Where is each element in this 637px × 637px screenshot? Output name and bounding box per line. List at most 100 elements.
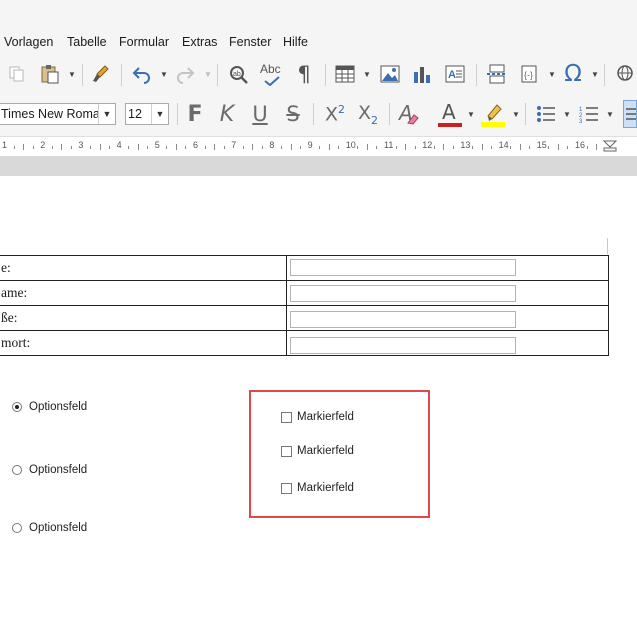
- hyperlink-icon: [616, 65, 633, 81]
- align-left-icon: [626, 108, 636, 120]
- ruler-tick: [338, 146, 340, 149]
- row-label: e:: [1, 260, 11, 275]
- undo-button[interactable]: [129, 63, 155, 85]
- special-character-dropdown-icon[interactable]: ▼: [591, 70, 599, 79]
- ruler-tick: [89, 146, 91, 149]
- paste-dropdown-icon[interactable]: ▼: [68, 70, 76, 79]
- font-name-value: Times New Roman: [1, 107, 107, 121]
- document-page[interactable]: e: ame: ße: mort: Optionsfeld Optionsfel…: [0, 176, 637, 637]
- table-dropdown-icon[interactable]: ▼: [363, 70, 371, 79]
- ruler-label: 6: [193, 140, 199, 150]
- menu-formular[interactable]: Formular: [119, 35, 169, 49]
- font-color-dropdown-icon[interactable]: ▼: [467, 110, 475, 119]
- numbered-list-button[interactable]: 1 2 3: [576, 102, 602, 126]
- font-name-box[interactable]: Times New Roman ▼: [0, 103, 116, 125]
- insert-chart-button[interactable]: [409, 63, 435, 85]
- insert-hyperlink-button[interactable]: [612, 63, 637, 85]
- clone-formatting-button[interactable]: [89, 63, 113, 85]
- svg-text:ab: ab: [233, 71, 241, 78]
- insert-field-button[interactable]: {-}: [517, 63, 543, 85]
- align-left-button[interactable]: [623, 100, 637, 128]
- ruler-tick: [328, 144, 330, 150]
- ruler-tick: [23, 144, 25, 150]
- find-replace-icon: ab: [230, 66, 248, 84]
- ruler-tick: [109, 146, 111, 149]
- ruler-tick: [443, 144, 445, 150]
- option-field-radio[interactable]: [12, 465, 22, 475]
- text-field[interactable]: [290, 311, 516, 328]
- radio-selected-dot: [15, 405, 19, 409]
- ruler-label: 15: [536, 140, 547, 150]
- ruler-tick: [61, 144, 63, 150]
- text-field[interactable]: [290, 337, 516, 354]
- toolbar-separator: [476, 64, 477, 86]
- text-field[interactable]: [290, 259, 516, 276]
- copy-button[interactable]: [6, 63, 28, 85]
- redo-dropdown-icon[interactable]: ▼: [204, 70, 212, 79]
- spelling-text: Abc: [260, 62, 281, 76]
- horizontal-ruler[interactable]: 1 2 3 4 5 6 7 8 9 10 11 12 13 14 15 16: [0, 136, 637, 158]
- ruler-tick: [223, 146, 225, 149]
- table-cell-label: mort:: [0, 330, 287, 356]
- field-dropdown-icon[interactable]: ▼: [548, 70, 556, 79]
- menu-extras[interactable]: Extras: [182, 35, 217, 49]
- insert-image-button[interactable]: [377, 63, 403, 85]
- font-name-dropdown-icon[interactable]: ▼: [98, 104, 115, 124]
- numbered-list-dropdown-icon[interactable]: ▼: [606, 110, 614, 119]
- redo-button[interactable]: [172, 63, 198, 85]
- menu-hilfe[interactable]: Hilfe: [283, 35, 308, 49]
- undo-dropdown-icon[interactable]: ▼: [160, 70, 168, 79]
- menu-bar: Vorlagen Tabelle Formular Extras Fenster…: [0, 30, 637, 54]
- image-icon: [380, 65, 400, 83]
- paste-button[interactable]: [37, 63, 63, 85]
- italic-button[interactable]: K: [215, 100, 239, 128]
- ruler-tick: [300, 146, 302, 149]
- ruler-label: 9: [307, 140, 313, 150]
- insert-special-character-button[interactable]: Ω: [560, 60, 586, 88]
- superscript-button[interactable]: X2: [321, 100, 349, 128]
- find-replace-button[interactable]: ab: [226, 63, 252, 87]
- highlight-button[interactable]: [479, 100, 507, 128]
- clear-formatting-button[interactable]: A: [395, 100, 421, 128]
- font-size-dropdown-icon[interactable]: ▼: [151, 104, 168, 124]
- numbered-list-icon: 1 2 3: [579, 107, 598, 124]
- ruler-tick: [32, 146, 34, 149]
- spelling-button[interactable]: Abc: [258, 62, 286, 86]
- option-field-radio[interactable]: [12, 402, 22, 412]
- toolbar-separator: [82, 64, 83, 86]
- svg-text:{-}: {-}: [524, 70, 533, 80]
- menu-tabelle[interactable]: Tabelle: [67, 35, 107, 49]
- highlight-dropdown-icon[interactable]: ▼: [512, 110, 520, 119]
- option-field-radio[interactable]: [12, 523, 22, 533]
- underline-button[interactable]: U: [248, 100, 272, 128]
- text-field[interactable]: [290, 285, 516, 302]
- insert-page-break-button[interactable]: [484, 63, 510, 85]
- insert-table-button[interactable]: [332, 63, 358, 85]
- menu-vorlagen[interactable]: Vorlagen: [4, 35, 53, 49]
- font-color-button[interactable]: A: [436, 100, 464, 128]
- ruler-shadow: [0, 156, 637, 176]
- bullet-list-button[interactable]: [533, 102, 559, 126]
- redo-icon: [177, 67, 195, 84]
- highlight-icon: [481, 104, 505, 127]
- insert-textbox-button[interactable]: A: [442, 63, 468, 85]
- right-indent-marker-icon[interactable]: [603, 140, 617, 152]
- bold-button[interactable]: F: [183, 100, 207, 128]
- standard-toolbar: ▼ ▼ ▼ ab Abc ¶ ▼ A {-} ▼ Ω ▼: [0, 58, 637, 92]
- ruler-tick: [567, 146, 569, 149]
- ruler-label: 4: [116, 140, 122, 150]
- formatting-marks-button[interactable]: ¶: [292, 61, 316, 87]
- toolbar-separator: [313, 103, 314, 125]
- ruler-tick: [557, 144, 559, 150]
- font-size-box[interactable]: 12 ▼: [125, 103, 169, 125]
- ruler-tick: [147, 146, 149, 149]
- subscript-button[interactable]: X2: [354, 100, 382, 128]
- clear-formatting-icon: A: [396, 101, 420, 127]
- ruler-tick: [357, 146, 359, 149]
- field-icon: {-}: [521, 65, 537, 83]
- strikethrough-button[interactable]: S: [281, 100, 305, 128]
- bullet-list-dropdown-icon[interactable]: ▼: [563, 110, 571, 119]
- font-color-icon: A: [437, 100, 463, 128]
- menu-fenster[interactable]: Fenster: [229, 35, 271, 49]
- table-cell-label: e:: [0, 255, 287, 281]
